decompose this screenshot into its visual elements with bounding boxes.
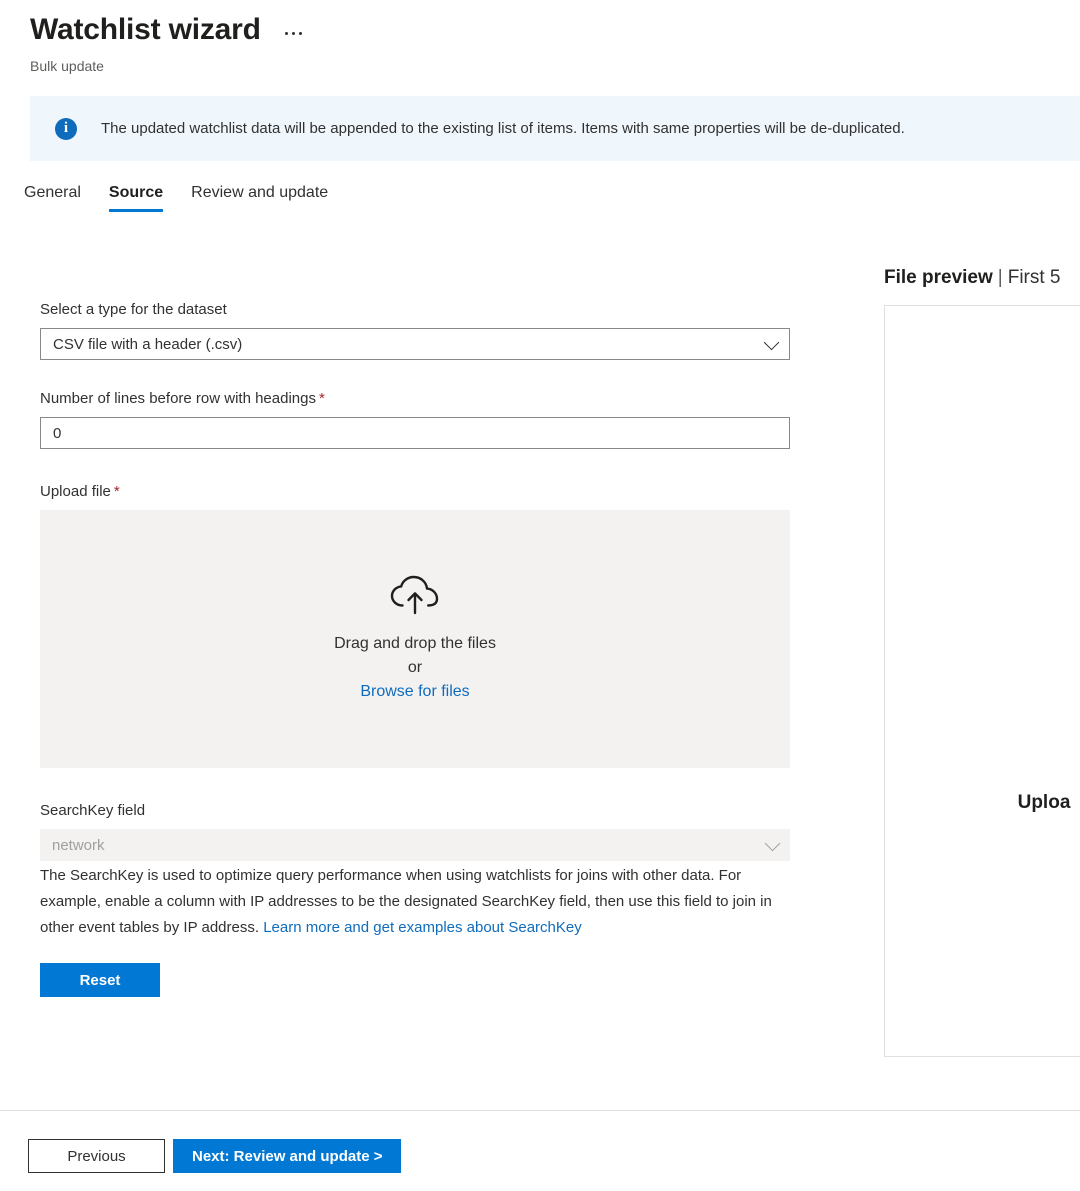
watchlist-wizard-page: Watchlist wizard Bulk update i The updat… [0,0,1080,1191]
file-preview-subtitle: First 5 [1008,267,1061,288]
source-form: Select a type for the dataset CSV file w… [40,300,790,997]
search-key-helper-text: The SearchKey is used to optimize query … [40,863,785,941]
chevron-down-icon [765,836,781,852]
tab-source[interactable]: Source [95,180,177,216]
page-title: Watchlist wizard [30,10,261,50]
file-preview-box: Uploa [884,305,1080,1057]
dropzone-or-text: or [408,656,422,680]
ellipsis-dot [299,32,302,35]
file-preview-empty-text: Uploa [885,792,1080,814]
search-key-select[interactable]: network [40,829,790,861]
required-asterisk: * [114,483,120,500]
ellipsis-dot [285,32,288,35]
file-preview-separator: | [998,267,1003,288]
ellipsis-dot [292,32,295,35]
file-preview-header: File preview|First 5 [884,265,1080,291]
lines-before-headings-label: Number of lines before row with headings… [40,389,790,409]
lines-before-headings-input[interactable] [40,417,790,449]
search-key-placeholder: network [52,837,105,854]
wizard-tabs: General Source Review and update [10,180,342,216]
search-key-label: SearchKey field [40,801,790,821]
footer-divider [0,1110,1080,1111]
reset-button[interactable]: Reset [40,963,160,997]
tab-review-and-update[interactable]: Review and update [177,180,342,216]
file-dropzone[interactable]: Drag and drop the files or Browse for fi… [40,510,790,768]
upload-file-label: Upload file* [40,482,790,502]
required-asterisk: * [319,390,325,407]
cloud-upload-icon [389,575,441,620]
upload-file-label-text: Upload file [40,483,111,500]
file-preview-title: File preview [884,267,993,288]
browse-for-files-link[interactable]: Browse for files [360,680,469,704]
page-subtitle: Bulk update [30,56,104,76]
lines-before-headings-label-text: Number of lines before row with headings [40,390,316,407]
search-key-learn-more-link[interactable]: Learn more and get examples about Search… [263,919,582,936]
tab-general[interactable]: General [10,180,95,216]
chevron-down-icon [764,335,780,351]
wizard-footer: Previous Next: Review and update > [28,1139,401,1173]
dataset-type-value: CSV file with a header (.csv) [53,336,242,353]
previous-button[interactable]: Previous [28,1139,165,1173]
page-header: Watchlist wizard [30,10,306,50]
dataset-type-label: Select a type for the dataset [40,300,790,320]
info-banner-text: The updated watchlist data will be appen… [101,118,905,139]
info-icon: i [55,118,77,140]
info-banner: i The updated watchlist data will be app… [30,96,1080,161]
file-preview-panel: File preview|First 5 Uploa [884,265,1080,1057]
more-options-icon[interactable] [281,26,306,41]
dropzone-drag-text: Drag and drop the files [334,632,496,656]
dataset-type-select[interactable]: CSV file with a header (.csv) [40,328,790,360]
next-review-and-update-button[interactable]: Next: Review and update > [173,1139,401,1173]
